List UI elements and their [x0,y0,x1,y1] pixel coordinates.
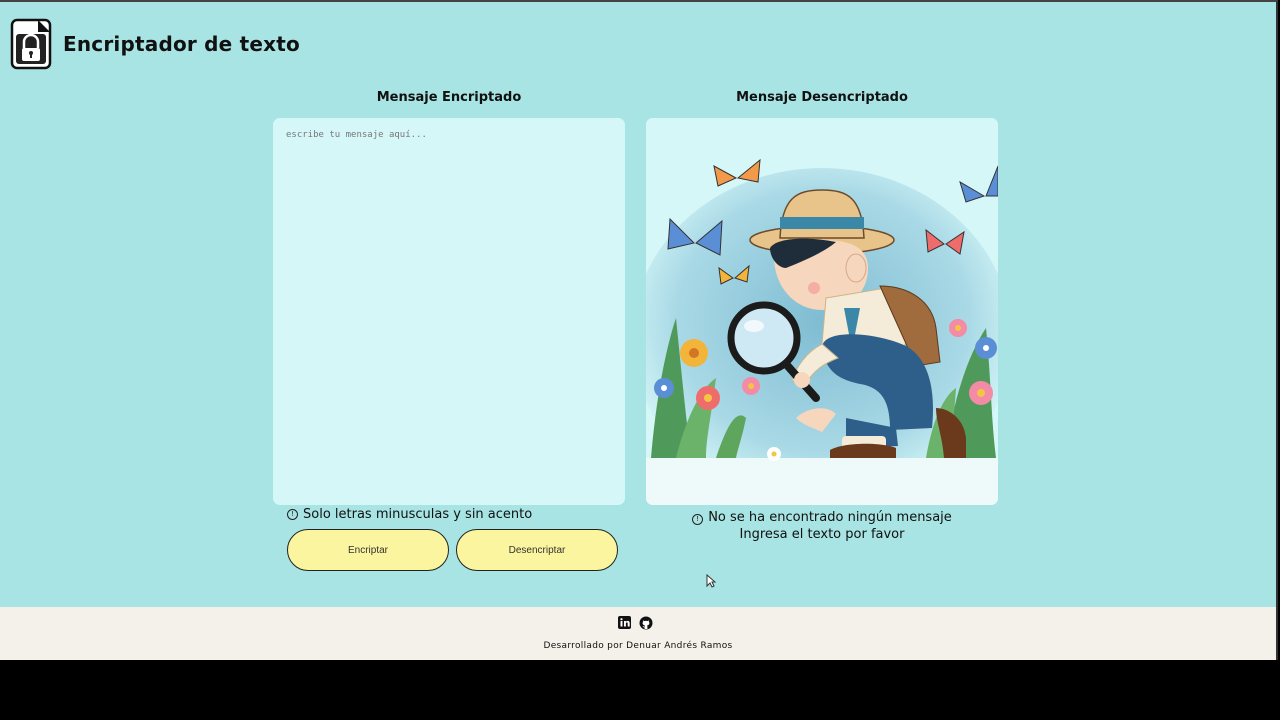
output-panel [646,118,998,505]
lock-document-icon [10,18,52,70]
encrypted-message-title: Mensaje Encriptado [376,90,522,105]
message-input-panel [273,118,625,505]
social-links [618,616,653,630]
footer: Desarrollado por Denuar Andrés Ramos [0,607,1276,660]
app-title: Encriptador de texto [63,32,300,56]
decrypt-button[interactable]: Desencriptar [456,529,618,571]
encrypt-button[interactable]: Encriptar [287,529,449,571]
message-input[interactable] [273,118,625,505]
no-message-notice: ! No se ha encontrado ningún mensaje Ingr… [646,509,998,543]
detective-boy-illustration [646,118,998,505]
input-hint: ! Solo letras minusculas y sin acento [287,507,532,522]
input-hint-text: Solo letras minusculas y sin acento [303,507,533,522]
info-icon: ! [692,514,704,525]
no-message-line: ! No se ha encontrado ningún mensaje [646,509,998,526]
header: Encriptador de texto [10,18,300,70]
enter-text-prompt: Ingresa el texto por favor [739,527,905,542]
linkedin-icon[interactable] [618,616,631,629]
info-icon: ! [287,509,298,520]
no-message-text: No se ha encontrado ningún mensaje [708,510,952,525]
github-icon[interactable] [639,616,653,630]
mouse-cursor-icon [706,574,716,588]
app-window: Encriptador de texto Mensaje Encriptado … [0,0,1278,660]
developer-credit: Desarrollado por Denuar Andrés Ramos [543,641,733,651]
decrypted-message-title: Mensaje Desencriptado [736,90,908,105]
